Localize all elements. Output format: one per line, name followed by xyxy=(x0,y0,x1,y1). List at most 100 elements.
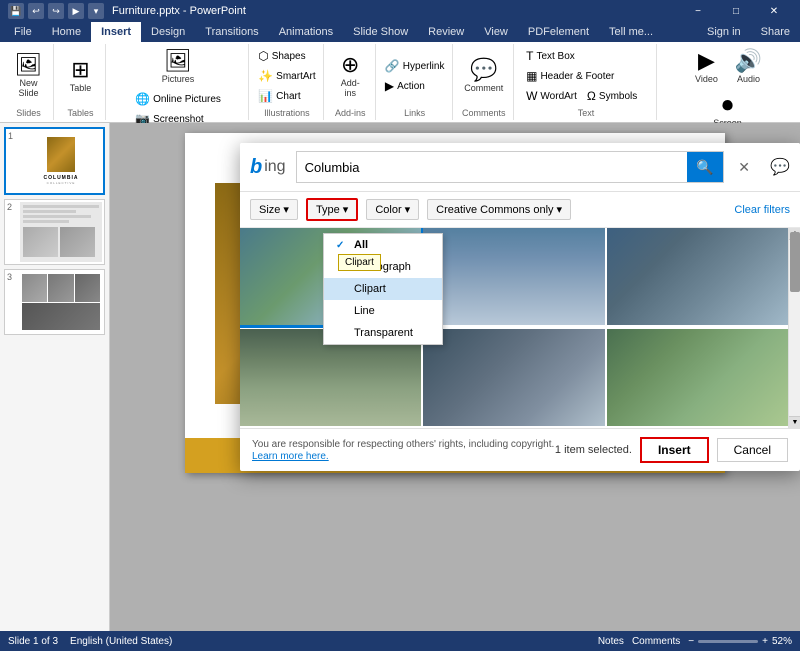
ribbon-group-slides: 🖼 NewSlide Slides xyxy=(4,44,54,120)
type-filter-button[interactable]: Type ▾ xyxy=(306,198,358,221)
zoom-out-button[interactable]: − xyxy=(688,636,694,647)
comment-icon: 💬 xyxy=(470,59,497,81)
type-option-transparent[interactable]: Transparent xyxy=(324,322,442,344)
color-filter-label: Color xyxy=(375,204,401,216)
action-button[interactable]: ▶ Action xyxy=(381,77,449,95)
smartart-button[interactable]: ✨ SmartArt xyxy=(254,67,319,85)
slide-num-1: 1 xyxy=(8,131,18,141)
tab-file[interactable]: File xyxy=(4,22,42,42)
ribbon-group-links: 🔗 Hyperlink ▶ Action Links xyxy=(378,44,453,120)
tab-slideshow[interactable]: Slide Show xyxy=(343,22,418,42)
slide-preview-3 xyxy=(20,272,102,332)
search-input[interactable] xyxy=(297,155,688,180)
new-slide-button[interactable]: 🖼 NewSlide xyxy=(9,50,49,102)
image-cell-3[interactable] xyxy=(607,228,788,325)
ribbon-group-addins: ⊕ Add-ins Add-ins xyxy=(326,44,376,120)
clear-filters-link[interactable]: Clear filters xyxy=(734,204,790,216)
dialog-filters: Size ▾ Type ▾ Color ▾ Creative Commons o… xyxy=(240,192,800,228)
hyperlink-label: Hyperlink xyxy=(403,61,445,72)
comments-group-label: Comments xyxy=(462,106,506,118)
zoom-slider[interactable] xyxy=(698,640,758,643)
hyperlink-icon: 🔗 xyxy=(385,59,400,73)
image-cell-5[interactable] xyxy=(423,329,604,426)
notes-button[interactable]: Notes xyxy=(598,636,624,647)
tab-insert[interactable]: Insert xyxy=(91,22,141,42)
ribbon-group-comments: 💬 Comment Comments xyxy=(455,44,515,120)
tab-signin[interactable]: Sign in xyxy=(697,22,751,42)
tab-pdfelement[interactable]: PDFelement xyxy=(518,22,599,42)
online-pictures-button[interactable]: 🌐 Online Pictures xyxy=(131,90,225,108)
action-icon: ▶ xyxy=(385,79,394,93)
tab-share[interactable]: Share xyxy=(751,22,800,42)
shapes-button[interactable]: ⬡ Shapes xyxy=(254,47,319,65)
ribbon-group-illustrations: ⬡ Shapes ✨ SmartArt 📊 Chart Illustration… xyxy=(251,44,324,120)
save-icon[interactable]: 💾 xyxy=(8,3,24,19)
addins-label: Add-ins xyxy=(341,78,360,98)
tab-view[interactable]: View xyxy=(474,22,518,42)
table-label: Table xyxy=(70,83,92,93)
table-button[interactable]: ⊞ Table xyxy=(61,55,101,97)
audio-button[interactable]: 🔊 Audio xyxy=(728,46,768,88)
dialog-chat-icon[interactable]: 💬 xyxy=(770,157,790,177)
size-filter-label: Size xyxy=(259,204,280,216)
tab-animations[interactable]: Animations xyxy=(269,22,343,42)
search-button[interactable]: 🔍 xyxy=(687,152,723,182)
dialog-close-button[interactable]: ✕ xyxy=(734,157,754,177)
main-area: 1 COLUMBIA COLLECTIVE 2 xyxy=(0,123,800,631)
creative-commons-filter-button[interactable]: Creative Commons only ▾ xyxy=(427,199,571,220)
tab-review[interactable]: Review xyxy=(418,22,474,42)
type-option-line[interactable]: Line xyxy=(324,300,442,322)
comment-button[interactable]: 💬 Comment xyxy=(458,55,509,97)
text-group-items: T Text Box ▦ Header & Footer W WordArt Ω… xyxy=(522,46,650,106)
close-button[interactable]: ✕ xyxy=(756,0,792,22)
cancel-button[interactable]: Cancel xyxy=(717,438,788,462)
maximize-button[interactable]: □ xyxy=(718,0,754,22)
redo-icon[interactable]: ↪ xyxy=(48,3,64,19)
footer-rights-text: You are responsible for respecting other… xyxy=(252,439,554,450)
language-info: English (United States) xyxy=(70,636,172,647)
tab-tellme[interactable]: Tell me... xyxy=(599,22,663,42)
tab-transitions[interactable]: Transitions xyxy=(195,22,268,42)
slides-group-items: 🖼 NewSlide xyxy=(9,46,49,106)
color-filter-button[interactable]: Color ▾ xyxy=(366,199,419,220)
bing-logo: b ing xyxy=(250,156,286,179)
shapes-icon: ⬡ xyxy=(258,49,268,63)
chart-button[interactable]: 📊 Chart xyxy=(254,87,319,105)
clipart-tooltip: Clipart xyxy=(338,254,381,271)
slide-thumb-1[interactable]: 1 COLUMBIA COLLECTIVE xyxy=(4,127,105,195)
wordart-button[interactable]: W WordArt xyxy=(522,87,581,105)
thumb-small-4 xyxy=(22,303,100,331)
tab-design[interactable]: Design xyxy=(141,22,195,42)
scrollbar-thumb[interactable] xyxy=(790,232,800,292)
image-cell-6[interactable] xyxy=(607,329,788,426)
scrollbar-down-button[interactable]: ▼ xyxy=(789,416,800,428)
minimize-button[interactable]: − xyxy=(680,0,716,22)
addins-button[interactable]: ⊕ Add-ins xyxy=(330,50,370,102)
insert-button[interactable]: Insert xyxy=(640,437,709,463)
image-cell-2[interactable] xyxy=(423,228,604,325)
size-filter-button[interactable]: Size ▾ xyxy=(250,199,298,220)
more-icon[interactable]: ▾ xyxy=(88,3,104,19)
comments-button[interactable]: Comments xyxy=(632,636,680,647)
pictures-button[interactable]: 🖼 Pictures xyxy=(156,46,201,88)
video-button[interactable]: ▶ Video xyxy=(686,46,726,88)
footer-learn-more-link[interactable]: Learn more here. xyxy=(252,451,554,462)
type-option-clipart[interactable]: Clipart xyxy=(324,278,442,300)
table-group-items: ⊞ Table xyxy=(61,46,101,106)
symbols-button[interactable]: Ω Symbols xyxy=(583,87,641,105)
ribbon: File Home Insert Design Transitions Anim… xyxy=(0,22,800,123)
zoom-in-button[interactable]: + xyxy=(762,636,768,647)
slide-thumb-2[interactable]: 2 xyxy=(4,199,105,265)
undo-icon[interactable]: ↩ xyxy=(28,3,44,19)
headerfooter-button[interactable]: ▦ Header & Footer xyxy=(522,67,618,85)
slide-thumb-3[interactable]: 3 xyxy=(4,269,105,335)
slide-num-2: 2 xyxy=(7,202,17,212)
ribbon-group-table: ⊞ Table Tables xyxy=(56,44,106,120)
chart-label: Chart xyxy=(276,91,300,102)
textbox-button[interactable]: T Text Box xyxy=(522,47,579,65)
type-option-all[interactable]: ✓ All xyxy=(324,234,442,256)
ribbon-group-text: T Text Box ▦ Header & Footer W WordArt Ω… xyxy=(516,44,657,120)
hyperlink-button[interactable]: 🔗 Hyperlink xyxy=(381,57,449,75)
tab-home[interactable]: Home xyxy=(42,22,91,42)
present-icon[interactable]: ▶ xyxy=(68,3,84,19)
